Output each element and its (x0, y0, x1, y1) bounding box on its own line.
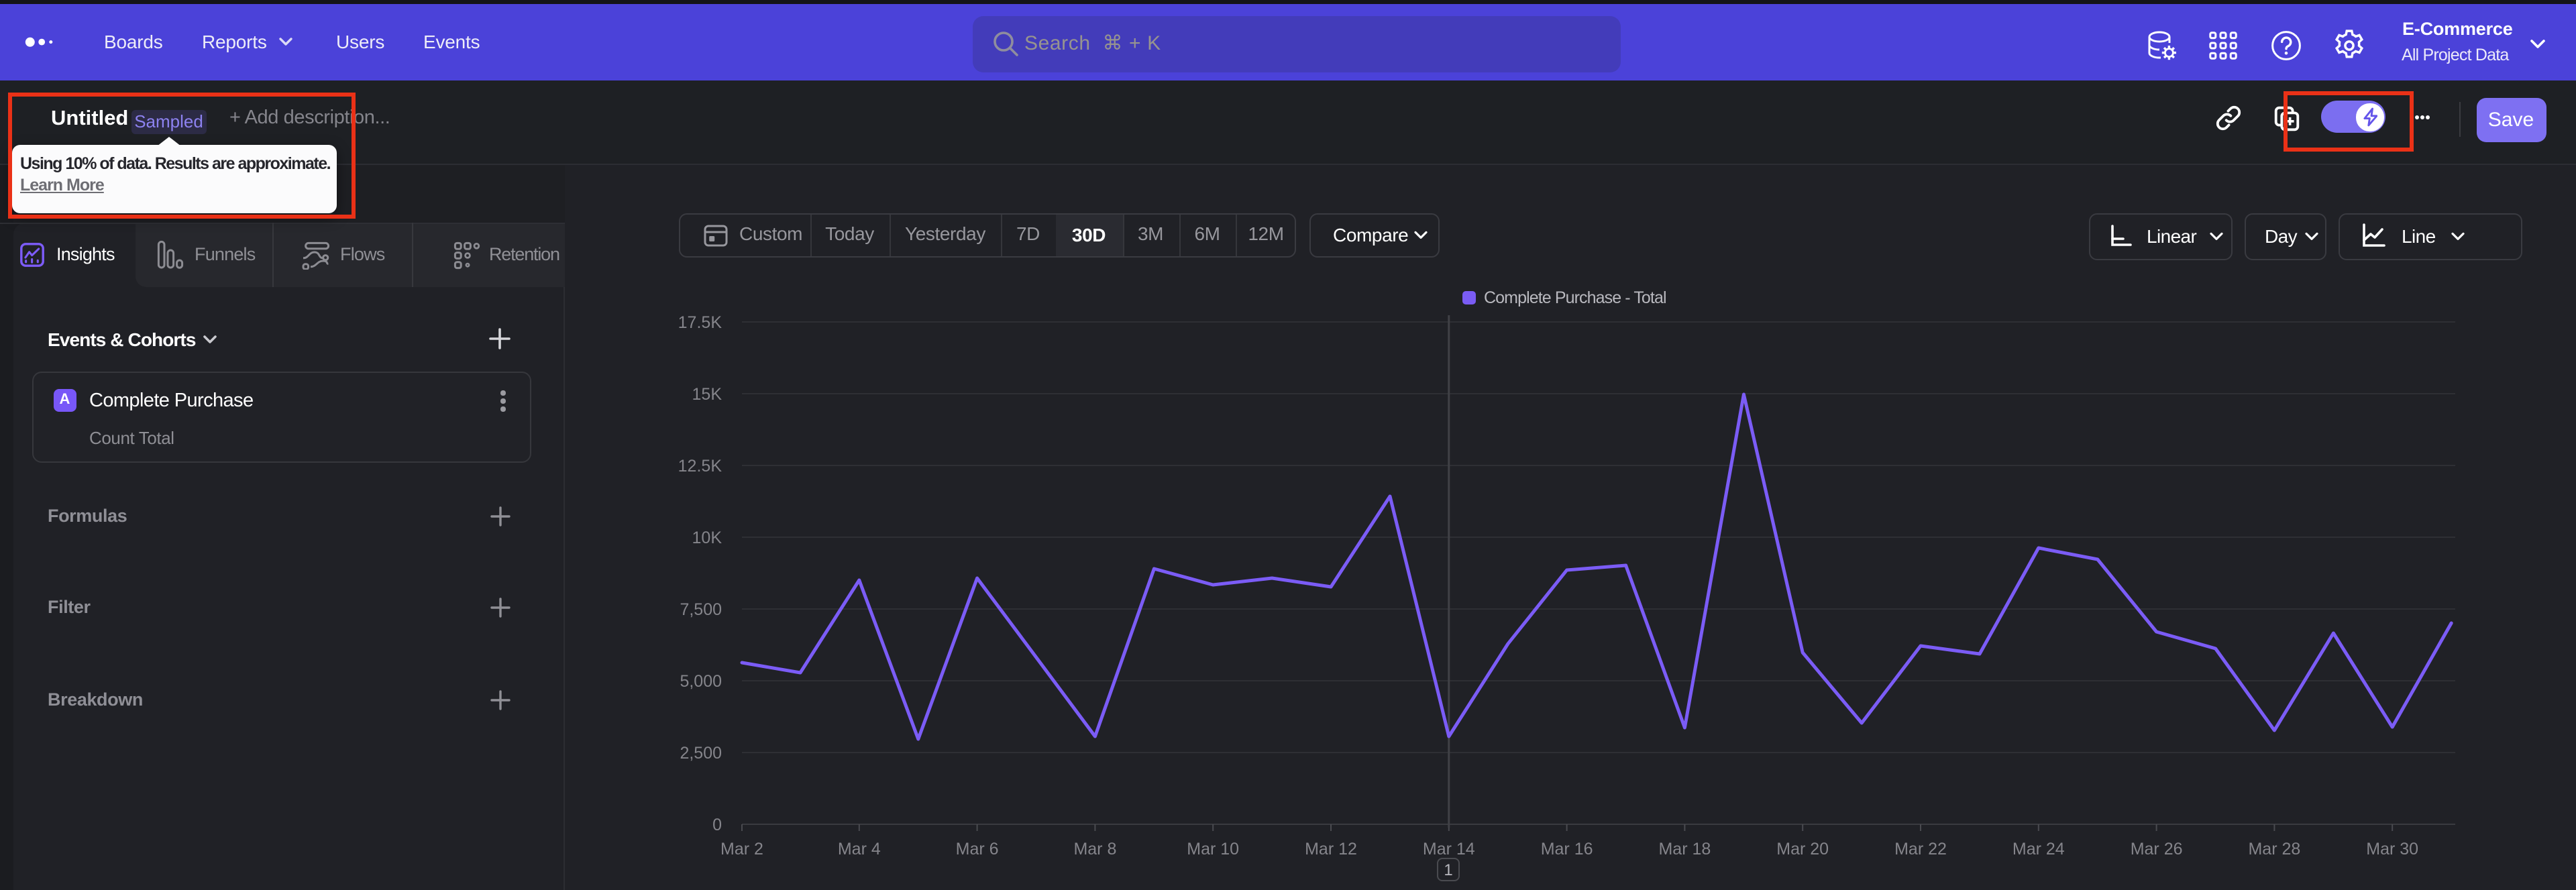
svg-text:17.5K: 17.5K (678, 313, 722, 332)
svg-text:10K: 10K (692, 529, 722, 547)
svg-text:Mar 18: Mar 18 (1658, 840, 1711, 858)
svg-text:7,500: 7,500 (680, 600, 722, 619)
svg-text:15K: 15K (692, 385, 722, 404)
svg-text:2,500: 2,500 (680, 744, 722, 763)
svg-text:Mar 14: Mar 14 (1423, 840, 1475, 858)
svg-text:Mar 26: Mar 26 (2131, 840, 2183, 858)
svg-text:Mar 8: Mar 8 (1073, 840, 1116, 858)
svg-text:1: 1 (1444, 861, 1452, 879)
svg-text:0: 0 (712, 816, 722, 834)
svg-text:Mar 4: Mar 4 (838, 840, 881, 858)
svg-text:Mar 10: Mar 10 (1187, 840, 1239, 858)
svg-text:12.5K: 12.5K (678, 457, 722, 476)
svg-text:Mar 2: Mar 2 (720, 840, 763, 858)
svg-text:Mar 16: Mar 16 (1541, 840, 1593, 858)
svg-text:Mar 24: Mar 24 (2012, 840, 2065, 858)
svg-text:Mar 28: Mar 28 (2248, 840, 2300, 858)
svg-text:Mar 20: Mar 20 (1776, 840, 1829, 858)
svg-text:5,000: 5,000 (680, 672, 722, 691)
svg-text:Mar 30: Mar 30 (2366, 840, 2418, 858)
svg-text:Mar 12: Mar 12 (1305, 840, 1357, 858)
svg-text:Mar 6: Mar 6 (956, 840, 999, 858)
svg-text:Mar 22: Mar 22 (1894, 840, 1947, 858)
